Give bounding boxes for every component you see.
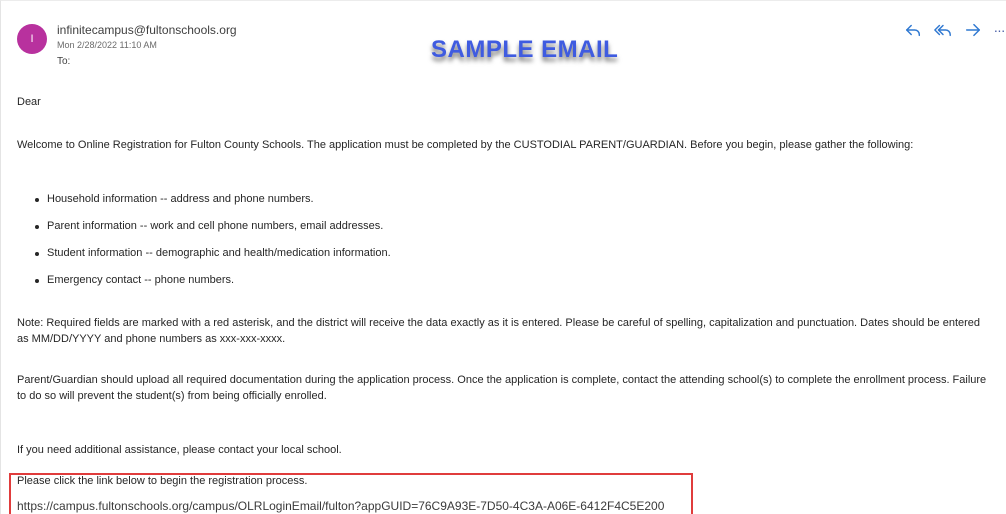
message-actions: ··· xyxy=(902,19,1006,41)
note-paragraph: Note: Required fields are marked with a … xyxy=(17,317,981,345)
list-item: Parent information -- work and cell phon… xyxy=(33,218,391,245)
greeting: Dear xyxy=(17,96,41,108)
sender-email[interactable]: infinitecampus@fultonschools.org xyxy=(57,23,237,37)
sample-email-banner: SAMPLE EMAIL xyxy=(431,36,619,63)
list-item: Student information -- demographic and h… xyxy=(33,245,391,272)
forward-icon[interactable] xyxy=(962,19,984,41)
avatar[interactable]: I xyxy=(17,24,47,54)
list-item: Emergency contact -- phone numbers. xyxy=(33,272,391,299)
highlight-box xyxy=(9,473,693,514)
list-item: Household information -- address and pho… xyxy=(33,191,391,218)
to-label: To: xyxy=(57,56,71,67)
email-header: I infinitecampus@fultonschools.org Mon 2… xyxy=(1,1,1006,81)
sent-date: Mon 2/28/2022 11:10 AM xyxy=(57,40,157,50)
required-info-list: Household information -- address and pho… xyxy=(33,191,391,299)
intro-paragraph: Welcome to Online Registration for Fulto… xyxy=(17,139,914,151)
reply-all-icon[interactable] xyxy=(932,19,954,41)
assistance-paragraph: If you need additional assistance, pleas… xyxy=(17,444,342,456)
reply-icon[interactable] xyxy=(902,19,924,41)
email-reading-pane: I infinitecampus@fultonschools.org Mon 2… xyxy=(0,0,1006,514)
upload-paragraph: Parent/Guardian should upload all requir… xyxy=(17,374,987,402)
more-options-icon[interactable]: ··· xyxy=(992,19,1006,41)
